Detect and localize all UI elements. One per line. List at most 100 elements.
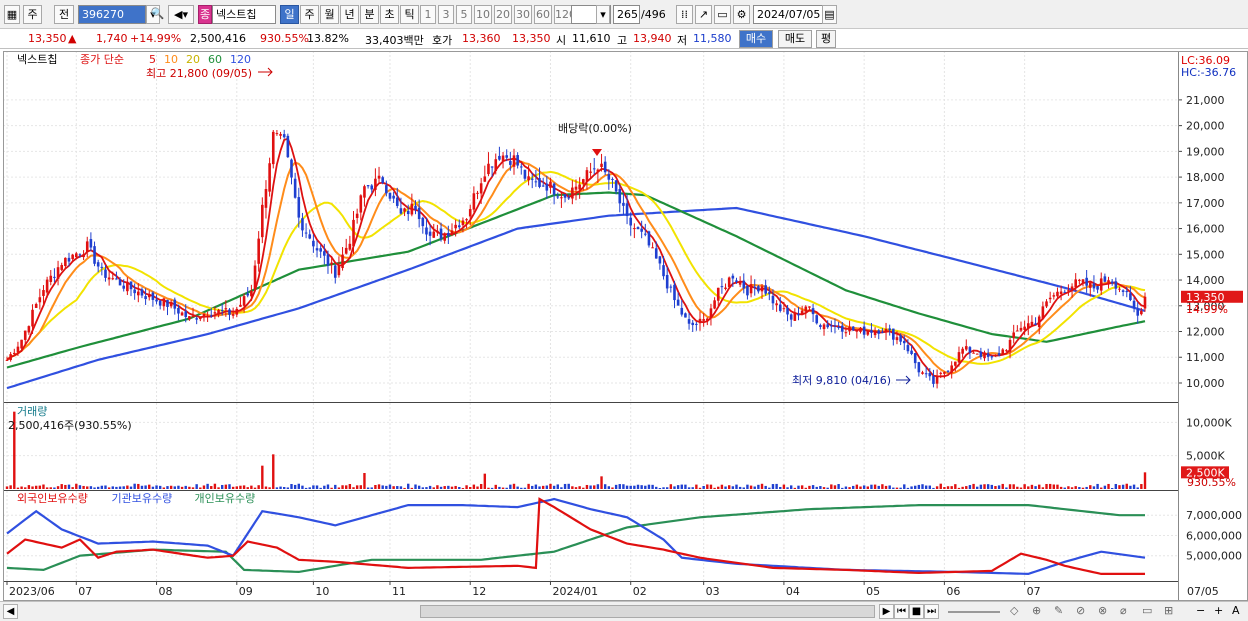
interval-button-1[interactable]: 1: [420, 5, 436, 24]
speaker-icon[interactable]: ◀▾: [168, 5, 194, 24]
chart-scrollbar[interactable]: ◀ ▶ ⏮ ■ ⏭ ◇ ⊕ ✎ ⊘ ⊗ ⌀ ▭ ⊞ − + A: [0, 601, 1248, 621]
chart-menu-icon[interactable]: ▦: [4, 5, 20, 24]
volume-bar: [180, 486, 184, 489]
gear-icon[interactable]: ⚙: [733, 5, 750, 24]
tool-icon-2[interactable]: ✎: [1054, 604, 1063, 617]
candle-body: [764, 285, 767, 294]
volume-bar: [96, 486, 100, 489]
volume-bar: [133, 483, 136, 489]
stock-name-field[interactable]: 넥스트칩: [212, 5, 276, 24]
period-tab-2[interactable]: 월: [320, 5, 339, 24]
candle-body: [71, 254, 74, 260]
stop-icon[interactable]: ■: [909, 604, 924, 619]
candle-body: [881, 331, 884, 333]
volume-bar: [968, 485, 972, 489]
first-page-icon[interactable]: ⏮: [894, 604, 909, 619]
zoom-out-icon[interactable]: −: [1196, 604, 1205, 617]
volume-bar: [177, 485, 180, 489]
link-icon[interactable]: ⁞⁞: [676, 5, 693, 24]
candle-body: [403, 208, 406, 212]
tool-icon-1[interactable]: ⊕: [1032, 604, 1041, 617]
interval-button-30[interactable]: 30: [514, 5, 532, 24]
candle-body: [961, 348, 964, 354]
candle-body: [757, 286, 760, 292]
stock-code-input[interactable]: 396270: [78, 5, 146, 24]
tool-icon-0[interactable]: ◇: [1010, 604, 1018, 617]
chevron-down-icon[interactable]: ▾: [596, 5, 610, 24]
prev-button[interactable]: 전: [54, 5, 74, 24]
candle-body: [1019, 327, 1023, 331]
volume-bar: [118, 486, 122, 489]
tool-icon-3[interactable]: ⊘: [1076, 604, 1085, 617]
interval-button-3[interactable]: 3: [438, 5, 454, 24]
volume-bar: [1125, 483, 1128, 489]
tool-icon-6[interactable]: ▭: [1142, 604, 1152, 617]
period-tab-3[interactable]: 년: [340, 5, 359, 24]
volume-bar: [312, 485, 315, 489]
scroll-left-icon[interactable]: ◀: [3, 604, 18, 619]
volume-bar: [1089, 485, 1092, 489]
draw-tool-icon[interactable]: ↗: [695, 5, 712, 24]
period-tab-5[interactable]: 초: [380, 5, 399, 24]
volume-bar: [731, 486, 735, 489]
sell-button[interactable]: 매도: [778, 30, 812, 48]
stock-chart[interactable]: 21,000 20,000 19,000 18,000 17,000 16,000 15,0…: [0, 49, 1248, 601]
zoom-slider[interactable]: [948, 611, 1000, 613]
candle-body: [366, 185, 370, 187]
candle-body: [1121, 290, 1125, 292]
date-input[interactable]: 2024/07/05: [753, 5, 823, 24]
volume-bar: [447, 485, 450, 489]
candle-body: [793, 312, 797, 321]
scroll-right-icon[interactable]: ▶: [879, 604, 894, 619]
volume-bar: [166, 486, 169, 489]
save-icon[interactable]: ▭: [714, 5, 731, 24]
period-tab-1[interactable]: 주: [300, 5, 319, 24]
volume-bar: [425, 487, 428, 489]
candle-body: [811, 308, 815, 315]
month-label: 08: [159, 585, 173, 598]
tool-icon-7[interactable]: ⊞: [1164, 604, 1173, 617]
candle-body: [983, 352, 986, 359]
month-label: 12: [472, 585, 486, 598]
period-tab-6[interactable]: 틱: [400, 5, 419, 24]
volume-bar: [582, 487, 585, 489]
volume-bar: [396, 486, 399, 489]
volume-bar: [421, 487, 425, 489]
candle-body: [618, 188, 622, 204]
scroll-thumb[interactable]: [420, 605, 875, 618]
volume-bar: [1103, 485, 1107, 489]
volume-bar: [870, 484, 873, 489]
volume-bar: [399, 486, 403, 489]
volume-bar: [64, 484, 67, 489]
interval-button-20[interactable]: 20: [494, 5, 512, 24]
last-page-icon[interactable]: ⏭: [924, 604, 939, 619]
interval-button-5[interactable]: 5: [456, 5, 472, 24]
buy-button[interactable]: 매수: [739, 30, 773, 48]
interval-button-60[interactable]: 60: [534, 5, 552, 24]
market-select[interactable]: 주: [23, 5, 42, 24]
zoom-in-icon[interactable]: +: [1214, 604, 1223, 617]
low-label: 저: [677, 34, 688, 47]
interval-button-10[interactable]: 10: [474, 5, 492, 24]
candle-body: [137, 291, 140, 296]
search-icon[interactable]: 🔍: [149, 5, 166, 24]
volume-bar: [246, 487, 249, 489]
candle-body: [308, 234, 312, 239]
candle-body: [797, 313, 800, 316]
avg-button[interactable]: 평: [816, 30, 836, 48]
candle-body: [450, 230, 454, 235]
font-size-icon[interactable]: A: [1232, 604, 1240, 617]
volume-bar: [939, 483, 942, 489]
bar-count-input[interactable]: 265: [613, 5, 640, 24]
calendar-icon[interactable]: ▤: [822, 5, 837, 24]
period-tab-0[interactable]: 일: [280, 5, 299, 24]
volume-bar: [976, 486, 979, 489]
period-tab-4[interactable]: 분: [360, 5, 379, 24]
tool-icon-4[interactable]: ⊗: [1098, 604, 1107, 617]
candle-body: [399, 208, 403, 214]
quote-bar: 13,350 ▲ 1,740 +14.99% 2,500,416 930.55%…: [0, 29, 1248, 49]
candle-body: [1016, 330, 1019, 332]
volume-bar: [89, 486, 93, 489]
volume-bar: [334, 484, 337, 489]
tool-icon-5[interactable]: ⌀: [1120, 604, 1127, 617]
